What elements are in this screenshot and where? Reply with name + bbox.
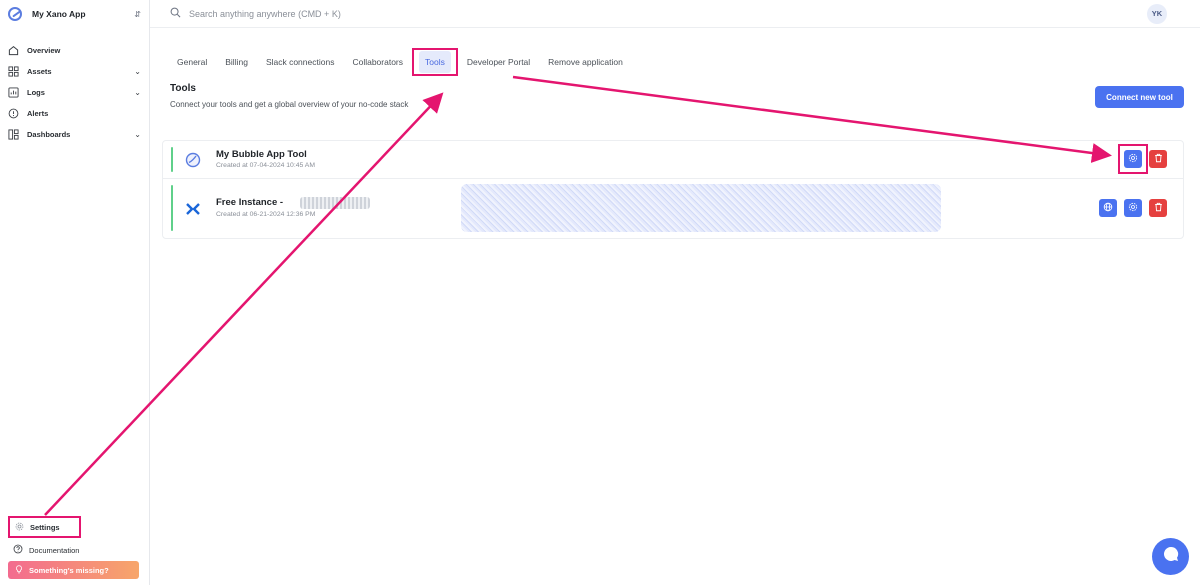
app-switcher[interactable]: My Xano App ⇵: [0, 0, 149, 28]
search-icon: [170, 5, 181, 23]
chevron-down-icon[interactable]: ⌄: [134, 130, 141, 139]
home-icon: [8, 45, 19, 56]
sidebar-item-label: Overview: [27, 46, 61, 55]
status-indicator: [171, 147, 173, 172]
chat-icon: [1161, 544, 1181, 569]
alert-icon: [8, 108, 19, 119]
logs-icon: [8, 87, 19, 98]
trash-icon: [1154, 199, 1163, 217]
tab-tools-label: Tools: [419, 51, 451, 73]
gear-icon: [15, 518, 24, 536]
tool-name: My Bubble App Tool: [216, 149, 307, 160]
tool-created-date: Created at 06-21-2024 12:36 PM: [216, 211, 316, 218]
sidebar-item-alerts[interactable]: Alerts: [0, 103, 149, 124]
tab-billing[interactable]: Billing: [216, 48, 257, 76]
xano-icon: [185, 201, 201, 217]
sidebar-item-label: Dashboards: [27, 130, 71, 139]
tab-tools[interactable]: Tools: [412, 48, 458, 76]
tool-row[interactable]: My Bubble App Tool Created at 07-04-2024…: [163, 141, 1183, 178]
chevron-down-icon[interactable]: ⌄: [134, 67, 141, 76]
sidebar: My Xano App ⇵ Overview Assets ⌄ Logs ⌄ A…: [0, 0, 150, 585]
avatar[interactable]: YK: [1147, 3, 1167, 24]
feedback-button[interactable]: Something's missing?: [8, 561, 139, 579]
sidebar-item-label: Alerts: [27, 109, 49, 118]
chevron-updown-icon: ⇵: [134, 9, 141, 19]
help-icon: [13, 541, 23, 559]
trash-icon: [1154, 150, 1163, 168]
tool-created-date: Created at 07-04-2024 10:45 AM: [216, 162, 315, 169]
tab-collaborators[interactable]: Collaborators: [343, 48, 412, 76]
settings-tabs: General Billing Slack connections Collab…: [168, 48, 632, 76]
chevron-down-icon[interactable]: ⌄: [134, 88, 141, 97]
tab-developer-portal[interactable]: Developer Portal: [458, 48, 539, 76]
tab-general[interactable]: General: [168, 48, 216, 76]
chat-widget-button[interactable]: [1152, 538, 1189, 575]
app-name: My Xano App: [32, 9, 86, 19]
redacted-name: [300, 197, 370, 209]
delete-tool-button[interactable]: [1149, 199, 1167, 217]
delete-tool-button[interactable]: [1149, 150, 1167, 168]
sidebar-item-label: Assets: [27, 67, 52, 76]
top-bar: YK: [150, 0, 1200, 28]
gear-icon: [1128, 199, 1138, 217]
sidebar-item-logs[interactable]: Logs ⌄: [0, 82, 149, 103]
sidebar-item-label: Settings: [30, 522, 60, 532]
gear-icon: [1128, 150, 1138, 168]
page-title: Tools: [170, 83, 196, 94]
sidebar-item-documentation[interactable]: Documentation: [13, 541, 79, 559]
sidebar-item-settings[interactable]: Settings: [8, 516, 81, 538]
page-subtitle: Connect your tools and get a global over…: [170, 100, 409, 109]
lightbulb-icon: [15, 561, 23, 579]
tool-settings-button[interactable]: [1124, 199, 1142, 217]
sidebar-item-assets[interactable]: Assets ⌄: [0, 61, 149, 82]
search-bar: [170, 5, 1147, 23]
redacted-region: [461, 184, 941, 232]
sidebar-item-dashboards[interactable]: Dashboards ⌄: [0, 124, 149, 145]
feedback-label: Something's missing?: [29, 565, 109, 575]
globe-icon: [1103, 199, 1113, 217]
bubble-icon: [185, 152, 201, 168]
open-tool-link-button[interactable]: [1099, 199, 1117, 217]
search-input[interactable]: [189, 8, 589, 19]
sidebar-item-label: Logs: [27, 88, 45, 97]
sidebar-item-overview[interactable]: Overview: [0, 40, 149, 61]
tool-name: Free Instance -: [216, 197, 284, 208]
tools-list: My Bubble App Tool Created at 07-04-2024…: [162, 140, 1184, 239]
tool-row[interactable]: Free Instance - Created at 06-21-2024 12…: [163, 179, 1183, 239]
sidebar-item-label: Documentation: [29, 545, 80, 555]
connect-new-tool-button[interactable]: Connect new tool: [1095, 86, 1184, 108]
dashboard-icon: [8, 129, 19, 140]
app-logo-icon: [8, 7, 22, 21]
tab-slack-connections[interactable]: Slack connections: [257, 48, 344, 76]
status-indicator: [171, 185, 173, 231]
grid-icon: [8, 66, 19, 77]
tab-remove-application[interactable]: Remove application: [539, 48, 632, 76]
tool-settings-button[interactable]: [1124, 150, 1142, 168]
sidebar-nav: Overview Assets ⌄ Logs ⌄ Alerts Dashboar…: [0, 40, 149, 145]
